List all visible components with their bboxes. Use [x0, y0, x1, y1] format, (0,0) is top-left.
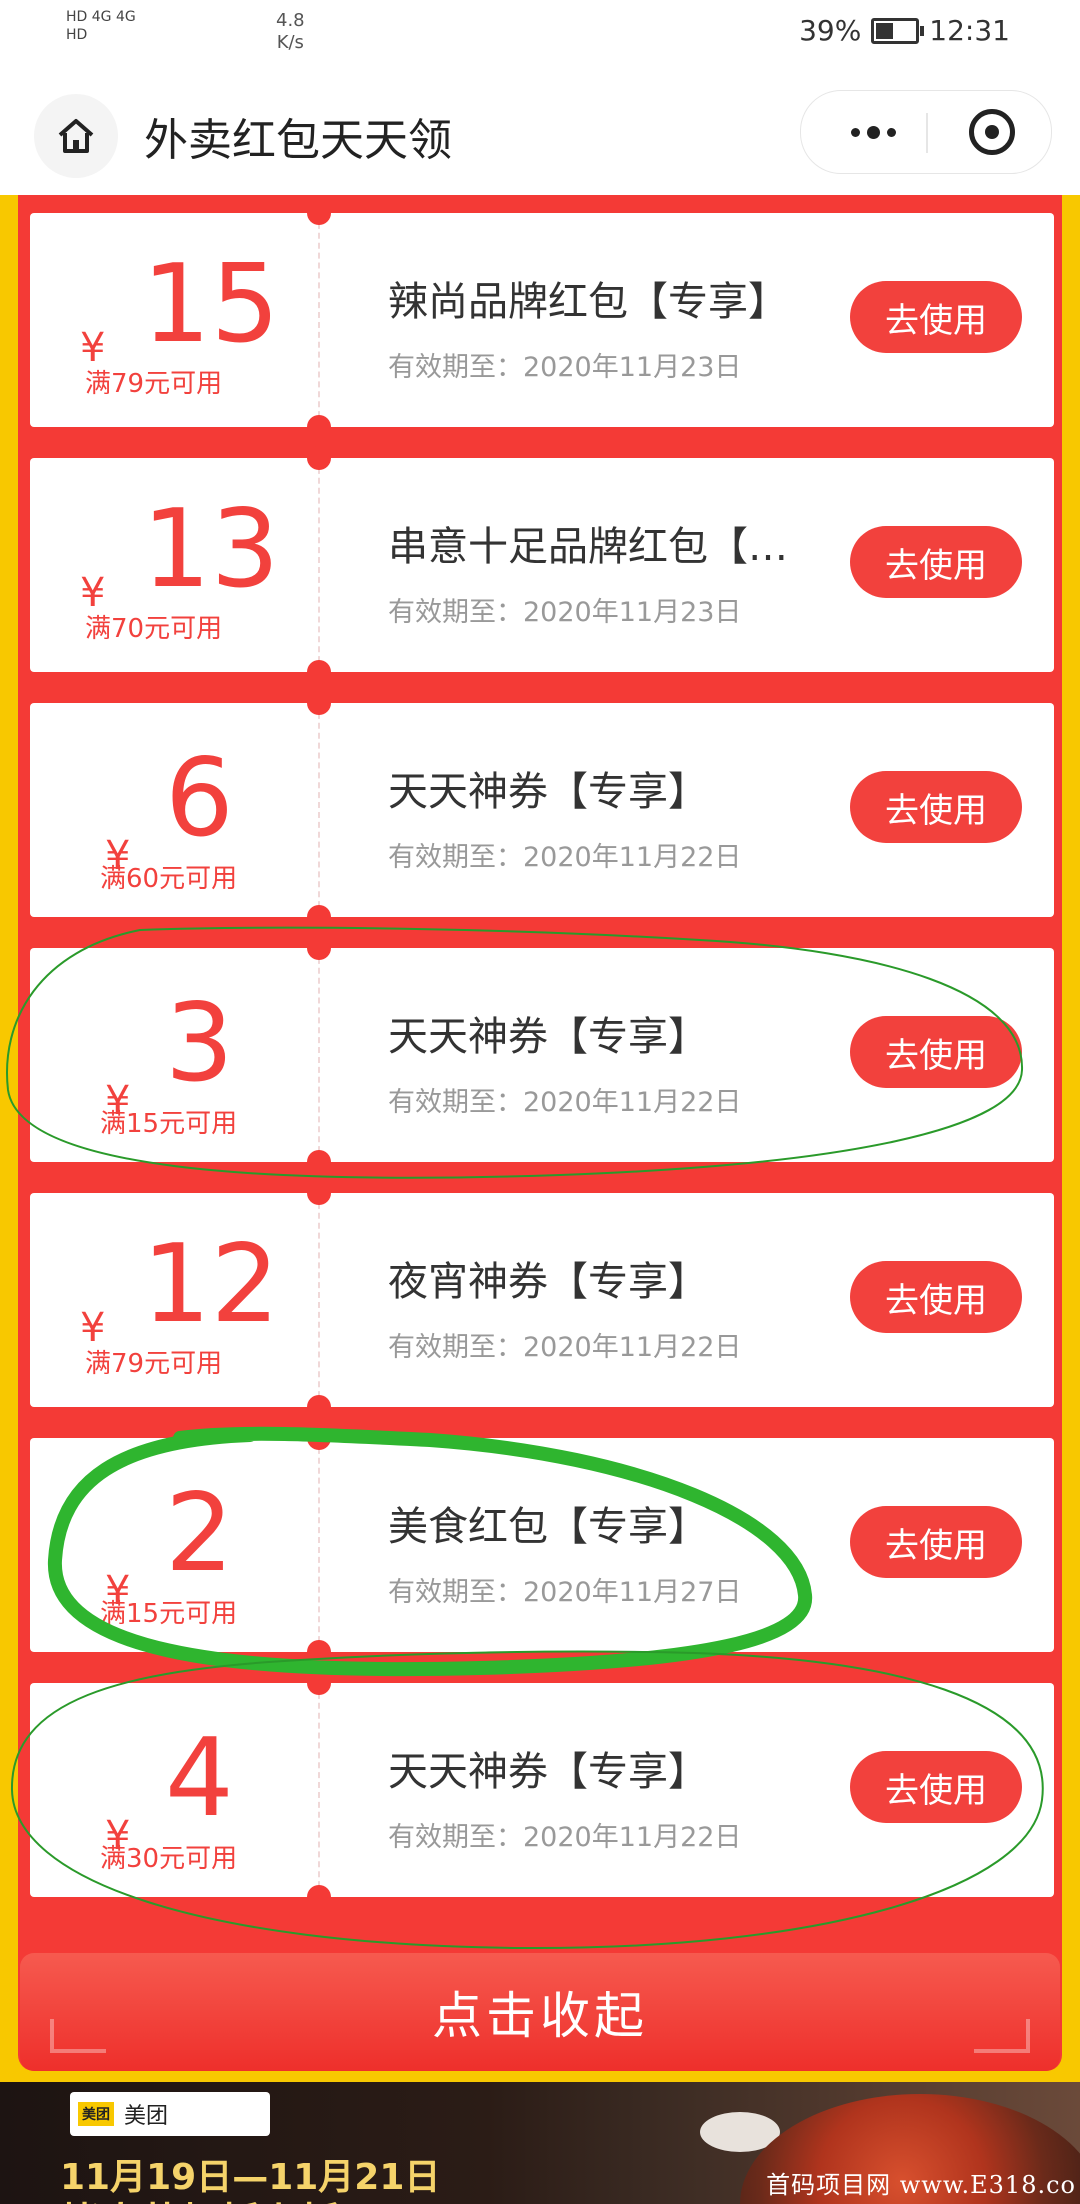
coupon-amount-area: ¥4 满30元可用 [30, 1683, 320, 1897]
promo-headline: 烤肉萝虾折上折 [60, 2190, 340, 2204]
capsule-divider [926, 113, 928, 153]
home-icon [58, 119, 94, 153]
status-right: 39% 12:31 [799, 14, 1010, 47]
network-top: HD 4G 4G [66, 9, 136, 25]
target-icon [985, 125, 999, 139]
coupon-condition: 满15元可用 [100, 1109, 238, 1139]
speed-value: 4.8 [276, 10, 305, 31]
coupon-divider [307, 1426, 331, 1664]
coupon-amount-area: ¥2 满15元可用 [30, 1438, 320, 1652]
coupon-card: ¥2 满15元可用 美食红包【专享】有效期至：2020年11月27日 去使用 [30, 1426, 1054, 1664]
coupon-amount-area: ¥3 满15元可用 [30, 948, 320, 1162]
coupon-name: 天天神券【专享】 [388, 1014, 708, 1060]
coupon-expiry: 有效期至：2020年11月22日 [388, 842, 742, 873]
close-mini-program-button[interactable] [969, 109, 1015, 155]
coupon-card: ¥13 满70元可用 串意十足品牌红包【专… 有效期至：2020年11月23日 去使用 [30, 446, 1054, 684]
coupon-divider [307, 1671, 331, 1909]
coupon-amount-area: ¥13 满70元可用 [30, 458, 320, 672]
coupon-name: 串意十足品牌红包【专… [388, 524, 818, 570]
promo-banner[interactable]: 美团 美团 11月19日—11月21日 烤肉萝虾折上折 首码项目网 www.E3… [0, 2082, 1080, 2204]
watermark: 首码项目网 www.E318.co [766, 2171, 1076, 2199]
coupon-name: 天天神券【专享】 [388, 1749, 708, 1795]
use-coupon-button[interactable]: 去使用 [850, 1261, 1022, 1333]
collapse-button[interactable]: 点击收起 [20, 1953, 1060, 2071]
use-coupon-button[interactable]: 去使用 [850, 1506, 1022, 1578]
coupon-expiry: 有效期至：2020年11月27日 [388, 1577, 742, 1608]
use-coupon-button[interactable]: 去使用 [850, 771, 1022, 843]
coupon-name: 天天神券【专享】 [388, 769, 708, 815]
more-button[interactable] [831, 91, 916, 173]
coupon-amount-area: ¥15 满79元可用 [30, 213, 320, 427]
coupon-condition: 满60元可用 [100, 864, 238, 894]
coupon-card: ¥4 满30元可用 天天神券【专享】有效期至：2020年11月22日 去使用 [30, 1671, 1054, 1909]
coupon-card: ¥15 满79元可用 辣尚品牌红包【专享】有效期至：2020年11月23日 去使用 [30, 201, 1054, 439]
coupon-expiry: 有效期至：2020年11月23日 [388, 597, 742, 628]
coupon-name: 辣尚品牌红包【专享】 [388, 279, 788, 325]
status-bar: HD 4G 4G HD 4.8 K/s 39% 12:31 [0, 0, 1080, 70]
coupon-condition: 满70元可用 [85, 614, 223, 644]
speed-unit: K/s [276, 32, 304, 53]
use-coupon-button[interactable]: 去使用 [850, 281, 1022, 353]
coupon-panel: ¥15 满79元可用 辣尚品牌红包【专享】 有效期至：2020年11月23日 去使用 ¥1… [0, 195, 1080, 2082]
more-icon [851, 127, 860, 137]
coupon-condition: 满79元可用 [85, 1349, 223, 1379]
capsule-menu [800, 90, 1052, 174]
coupon-name: 夜宵神券【专享】 [388, 1259, 708, 1305]
battery-icon [871, 17, 925, 44]
coupon-amount: 12 [142, 1222, 280, 1347]
coupon-amount: 13 [142, 487, 280, 612]
coupon-expiry: 有效期至：2020年11月23日 [388, 352, 742, 383]
coupon-name: 美食红包【专享】 [388, 1504, 708, 1550]
coupon-expiry: 有效期至：2020年11月22日 [388, 1822, 742, 1853]
coupon-card: ¥6 满60元可用 天天神券【专享】有效期至：2020年11月22日 去使用 [30, 691, 1054, 929]
coupon-amount: 4 [165, 1716, 234, 1841]
coupon-divider [307, 691, 331, 929]
use-coupon-button[interactable]: 去使用 [850, 526, 1022, 598]
coupon-expiry: 有效期至：2020年11月22日 [388, 1332, 742, 1363]
coupon-amount: 15 [142, 242, 280, 367]
mini-program-nav: 外卖红包天天领 [0, 70, 1080, 195]
use-coupon-button[interactable]: 去使用 [850, 1016, 1022, 1088]
network-speed: 4.8 K/s [276, 10, 305, 54]
coupon-divider [307, 1181, 331, 1419]
coupon-divider [307, 936, 331, 1174]
coupon-condition: 满79元可用 [85, 369, 223, 399]
coupon-expiry: 有效期至：2020年11月22日 [388, 1087, 742, 1118]
brand-badge: 美团 [78, 2102, 114, 2126]
coupon-list: ¥15 满79元可用 辣尚品牌红包【专享】 有效期至：2020年11月23日 去使用 ¥1… [18, 195, 1062, 2071]
coupon-condition: 满30元可用 [100, 1844, 238, 1874]
coupon-divider [307, 446, 331, 684]
coupon-amount-area: ¥12 满79元可用 [30, 1193, 320, 1407]
page-title: 外卖红包天天领 [144, 115, 452, 166]
network-indicator: HD 4G 4G HD [66, 8, 136, 44]
use-coupon-button[interactable]: 去使用 [850, 1751, 1022, 1823]
coupon-card: ¥12 满79元可用 夜宵神券【专享】有效期至：2020年11月22日 去使用 [30, 1181, 1054, 1419]
battery-percent: 39% [799, 14, 862, 47]
coupon-amount-area: ¥6 满60元可用 [30, 703, 320, 917]
brand-logo: 美团 美团 [70, 2092, 270, 2136]
coupon-card: ¥3 满15元可用 天天神券【专享】有效期至：2020年11月22日 去使用 [30, 936, 1054, 1174]
more-icon-dot [867, 125, 880, 139]
more-icon-dot [887, 127, 896, 137]
brand-name: 美团 [124, 2104, 169, 2129]
network-bottom: HD [66, 27, 88, 43]
coupon-amount: 2 [165, 1471, 234, 1596]
clock: 12:31 [929, 14, 1010, 47]
coupon-amount: 6 [165, 736, 234, 861]
home-button[interactable] [34, 94, 118, 178]
coupon-condition: 满15元可用 [100, 1599, 238, 1629]
coupon-amount: 3 [165, 981, 234, 1106]
coupon-divider [307, 201, 331, 439]
